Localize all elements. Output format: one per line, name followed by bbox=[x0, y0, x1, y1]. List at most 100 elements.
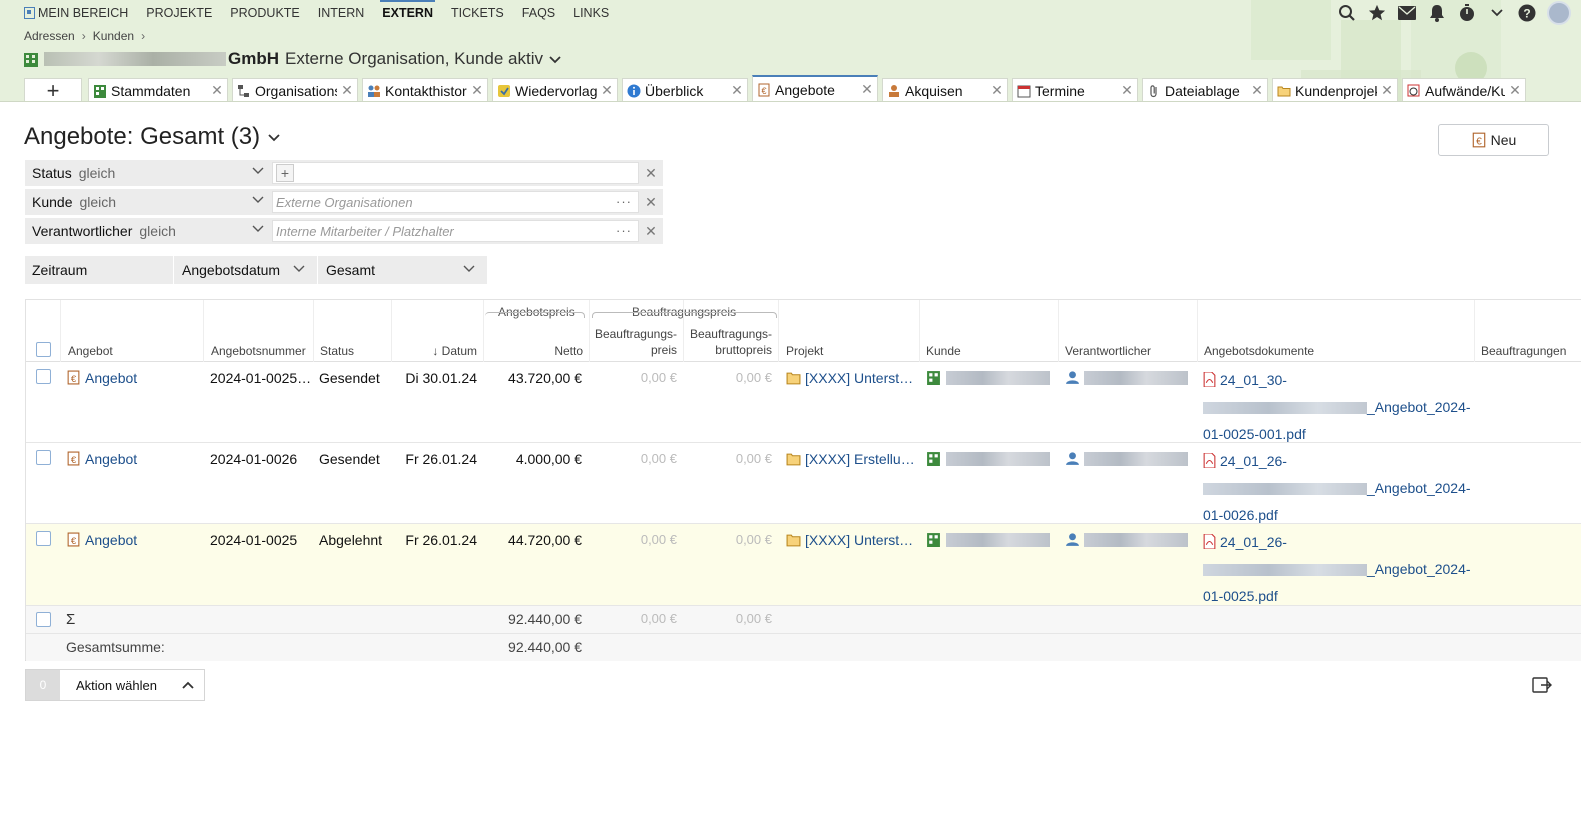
svg-text:€: € bbox=[71, 374, 77, 385]
filter-kunde-clear-button[interactable]: ✕ bbox=[639, 194, 663, 211]
responsible-name-redacted[interactable] bbox=[1084, 452, 1188, 466]
column-beauftragungsbruttopreis[interactable]: Beauftragungs-bruttopreis bbox=[683, 300, 778, 362]
table-row[interactable]: € Angebot 2024-01-0025… Gesendet Di 30.01… bbox=[26, 362, 1581, 443]
row-checkbox[interactable] bbox=[36, 369, 51, 384]
table-row[interactable]: € Angebot 2024-01-0025 Abgelehnt Fr 26.01… bbox=[26, 524, 1581, 606]
tab-kontakthistorie[interactable]: Kontakthistorie✕ bbox=[362, 78, 488, 101]
project-link[interactable]: [XXXX] Erstellu… bbox=[786, 451, 915, 467]
breadcrumb-kunden[interactable]: Kunden bbox=[93, 29, 134, 43]
nav-produkte[interactable]: PRODUKTE bbox=[230, 0, 299, 26]
page-title[interactable]: Angebote: Gesamt (3) bbox=[24, 123, 280, 151]
nav-extern[interactable]: EXTERN bbox=[380, 0, 435, 26]
nav-links[interactable]: LINKS bbox=[573, 0, 609, 26]
row-checkbox[interactable] bbox=[36, 450, 51, 465]
nav-projekte[interactable]: PROJEKTE bbox=[146, 0, 212, 26]
close-icon[interactable]: ✕ bbox=[731, 82, 743, 99]
tab-stammdaten[interactable]: Stammdaten ✕ bbox=[88, 78, 228, 101]
responsible-name-redacted[interactable] bbox=[1084, 371, 1188, 385]
nav-tickets[interactable]: TICKETS bbox=[451, 0, 504, 26]
period-value-select[interactable]: Gesamt bbox=[317, 256, 487, 284]
filter-verantwortlicher-input[interactable]: Interne Mitarbeiter / Platzhalter ··· bbox=[272, 220, 639, 242]
breadcrumb-adressen[interactable]: Adressen bbox=[24, 29, 75, 43]
action-select[interactable]: 0 Aktion wählen bbox=[25, 669, 205, 701]
period-field-select[interactable]: Angebotsdatum bbox=[173, 256, 317, 284]
bell-icon[interactable] bbox=[1427, 3, 1447, 23]
offer-beauftragungsbruttopreis: 0,00 € bbox=[735, 370, 772, 385]
close-icon[interactable]: ✕ bbox=[1121, 82, 1133, 99]
column-angebotsnummer[interactable]: Angebotsnummer bbox=[203, 300, 313, 362]
tab-akquisen[interactable]: Akquisen ✕ bbox=[882, 78, 1008, 101]
column-beauftragungen[interactable]: Beauftragungen bbox=[1474, 300, 1581, 362]
column-kunde[interactable]: Kunde bbox=[919, 300, 1058, 362]
offer-link[interactable]: € Angebot bbox=[66, 370, 137, 386]
offer-document-link[interactable]: 24_01_26- _Angebot_2024- 01-0026.pdf bbox=[1203, 448, 1473, 529]
customer-name-redacted[interactable] bbox=[946, 371, 1050, 385]
filter-kunde-operator[interactable]: Kunde gleich bbox=[25, 189, 272, 215]
close-icon[interactable]: ✕ bbox=[1381, 82, 1393, 99]
help-icon[interactable]: ? bbox=[1517, 3, 1537, 23]
offer-document-link[interactable]: 24_01_26- _Angebot_2024- 01-0025.pdf bbox=[1203, 529, 1473, 610]
offer-link[interactable]: € Angebot bbox=[66, 532, 137, 548]
responsible-name-redacted[interactable] bbox=[1084, 533, 1188, 547]
offer-number: 2024-01-0025 bbox=[210, 532, 298, 548]
project-link[interactable]: [XXXX] Unterst… bbox=[786, 370, 913, 386]
avatar[interactable] bbox=[1547, 1, 1571, 25]
filter-verantwortlicher: Verantwortlicher gleich Interne Mitarbeit… bbox=[25, 218, 663, 244]
star-icon[interactable] bbox=[1367, 3, 1387, 23]
tab-aufwaende-kunde[interactable]: Aufwände/Kunde✕ bbox=[1402, 78, 1526, 101]
add-tab-button[interactable]: + bbox=[24, 78, 82, 101]
filter-verantwortlicher-operator[interactable]: Verantwortlicher gleich bbox=[25, 218, 272, 244]
more-icon[interactable]: ··· bbox=[616, 194, 632, 209]
tab-termine[interactable]: Termine ✕ bbox=[1012, 78, 1138, 101]
column-status[interactable]: Status bbox=[313, 300, 391, 362]
tab-organisationsstruktur[interactable]: Organisationsstruktur✕ bbox=[232, 78, 358, 101]
column-angebotsdokumente[interactable]: Angebotsdokumente bbox=[1197, 300, 1474, 362]
column-netto[interactable]: Netto bbox=[483, 300, 589, 362]
mail-icon[interactable] bbox=[1397, 3, 1417, 23]
close-icon[interactable]: ✕ bbox=[341, 82, 353, 99]
column-verantwortlicher[interactable]: Verantwortlicher bbox=[1058, 300, 1197, 362]
column-projekt[interactable]: Projekt bbox=[778, 300, 919, 362]
close-icon[interactable]: ✕ bbox=[991, 82, 1003, 99]
customer-name-redacted[interactable] bbox=[946, 452, 1050, 466]
project-link[interactable]: [XXXX] Unterst… bbox=[786, 532, 913, 548]
tab-dateiablage[interactable]: Dateiablage ✕ bbox=[1142, 78, 1268, 101]
tab-angebote[interactable]: € Angebote ✕ bbox=[752, 75, 878, 101]
select-all-checkbox[interactable] bbox=[36, 342, 51, 357]
filter-status-value[interactable]: + bbox=[272, 162, 639, 184]
nav-mein-bereich[interactable]: MEIN BEREICH bbox=[24, 0, 128, 26]
close-icon[interactable]: ✕ bbox=[1251, 82, 1263, 99]
filter-kunde-input[interactable]: Externe Organisationen ··· bbox=[272, 191, 639, 213]
more-icon[interactable]: ··· bbox=[616, 223, 632, 238]
column-angebot[interactable]: Angebot bbox=[60, 300, 203, 362]
row-checkbox[interactable] bbox=[36, 531, 51, 546]
close-icon[interactable]: ✕ bbox=[861, 81, 873, 98]
new-offer-button[interactable]: € Neu bbox=[1438, 124, 1549, 156]
search-icon[interactable] bbox=[1337, 3, 1357, 23]
tab-ueberblick[interactable]: Überblick ✕ bbox=[622, 78, 748, 101]
chevron-down-icon[interactable] bbox=[1487, 3, 1507, 23]
tab-kundenprojekte[interactable]: Kundenprojekte✕ bbox=[1272, 78, 1398, 101]
nav-faqs[interactable]: FAQS bbox=[522, 0, 555, 26]
sum-row-checkbox[interactable] bbox=[36, 612, 51, 627]
table-row[interactable]: € Angebot 2024-01-0026 Gesendet Fr 26.01.… bbox=[26, 443, 1581, 524]
close-icon[interactable]: ✕ bbox=[211, 82, 223, 99]
offer-document-link[interactable]: 24_01_30- _Angebot_2024- 01-0025-001.pdf bbox=[1203, 367, 1473, 448]
tab-wiedervorlagen[interactable]: Wiedervorlagen✕ bbox=[492, 78, 618, 101]
offer-netto: 43.720,00 € bbox=[508, 370, 582, 386]
add-icon[interactable]: + bbox=[276, 164, 294, 182]
chevron-down-icon[interactable] bbox=[549, 49, 561, 69]
close-icon[interactable]: ✕ bbox=[601, 82, 613, 99]
column-datum[interactable]: ↓ Datum bbox=[391, 300, 483, 362]
timer-icon[interactable] bbox=[1457, 3, 1477, 23]
filter-verantwortlicher-clear-button[interactable]: ✕ bbox=[639, 223, 663, 240]
close-icon[interactable]: ✕ bbox=[1509, 82, 1521, 99]
customer-name-redacted[interactable] bbox=[946, 533, 1050, 547]
nav-intern[interactable]: INTERN bbox=[318, 0, 365, 26]
close-icon[interactable]: ✕ bbox=[471, 82, 483, 99]
column-beauftragungspreis[interactable]: Beauftragungs-preis bbox=[589, 300, 683, 362]
export-icon[interactable] bbox=[1532, 675, 1552, 693]
filter-status-operator[interactable]: Status gleich bbox=[25, 160, 272, 186]
filter-status-clear-button[interactable]: ✕ bbox=[639, 165, 663, 182]
offer-link[interactable]: € Angebot bbox=[66, 451, 137, 467]
